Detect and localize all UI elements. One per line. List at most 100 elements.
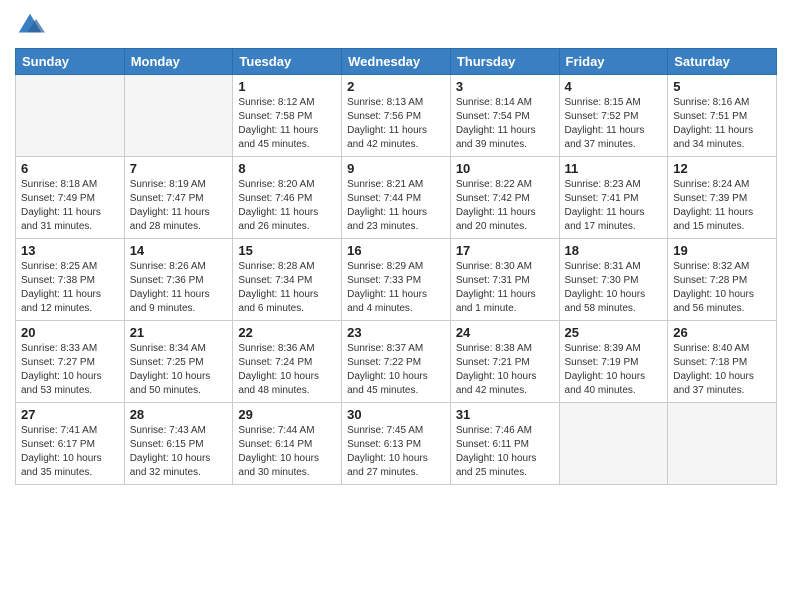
day-info: Sunrise: 8:22 AM Sunset: 7:42 PM Dayligh…	[456, 178, 554, 234]
day-number: 10	[456, 161, 554, 176]
logo	[15, 10, 49, 40]
logo-icon	[15, 10, 45, 40]
day-info: Sunrise: 7:46 AM Sunset: 6:11 PM Dayligh…	[456, 424, 554, 480]
calendar-day-header: Thursday	[450, 49, 559, 75]
day-number: 22	[238, 325, 336, 340]
calendar-week-row: 13Sunrise: 8:25 AM Sunset: 7:38 PM Dayli…	[16, 239, 777, 321]
calendar-day-cell	[559, 403, 668, 485]
calendar-day-cell: 1 Sunrise: 8:12 AM Sunset: 7:58 PM Daylig…	[233, 75, 342, 157]
calendar-day-cell: 15 Sunrise: 8:28 AM Sunset: 7:34 PM Dayli…	[233, 239, 342, 321]
calendar-day-header: Wednesday	[342, 49, 451, 75]
calendar-day-cell	[124, 75, 233, 157]
calendar-day-cell: 21 Sunrise: 8:34 AM Sunset: 7:25 PM Dayli…	[124, 321, 233, 403]
day-number: 14	[130, 243, 228, 258]
calendar-day-cell: 9 Sunrise: 8:21 AM Sunset: 7:44 PM Daylig…	[342, 157, 451, 239]
day-number: 9	[347, 161, 445, 176]
day-info: Sunrise: 8:23 AM Sunset: 7:41 PM Dayligh…	[565, 178, 663, 234]
day-info: Sunrise: 8:14 AM Sunset: 7:54 PM Dayligh…	[456, 96, 554, 152]
calendar-day-cell: 26 Sunrise: 8:40 AM Sunset: 7:18 PM Dayli…	[668, 321, 777, 403]
calendar-week-row: 6Sunrise: 8:18 AM Sunset: 7:49 PM Daylig…	[16, 157, 777, 239]
day-info: Sunrise: 8:15 AM Sunset: 7:52 PM Dayligh…	[565, 96, 663, 152]
day-number: 16	[347, 243, 445, 258]
calendar-day-cell: 17 Sunrise: 8:30 AM Sunset: 7:31 PM Dayli…	[450, 239, 559, 321]
calendar-day-cell	[16, 75, 125, 157]
calendar-day-cell: 5 Sunrise: 8:16 AM Sunset: 7:51 PM Daylig…	[668, 75, 777, 157]
calendar-day-cell: 19 Sunrise: 8:32 AM Sunset: 7:28 PM Dayli…	[668, 239, 777, 321]
calendar-day-cell: 3Sunrise: 8:14 AM Sunset: 7:54 PM Daylig…	[450, 75, 559, 157]
calendar-table: SundayMondayTuesdayWednesdayThursdayFrid…	[15, 48, 777, 485]
day-info: Sunrise: 7:41 AM Sunset: 6:17 PM Dayligh…	[21, 424, 119, 480]
day-number: 4	[565, 79, 663, 94]
day-number: 1	[238, 79, 336, 94]
day-info: Sunrise: 8:30 AM Sunset: 7:31 PM Dayligh…	[456, 260, 554, 316]
calendar-day-cell: 7 Sunrise: 8:19 AM Sunset: 7:47 PM Daylig…	[124, 157, 233, 239]
calendar-day-cell: 16 Sunrise: 8:29 AM Sunset: 7:33 PM Dayli…	[342, 239, 451, 321]
day-number: 31	[456, 407, 554, 422]
calendar-day-cell: 6Sunrise: 8:18 AM Sunset: 7:49 PM Daylig…	[16, 157, 125, 239]
calendar-day-header: Sunday	[16, 49, 125, 75]
day-number: 21	[130, 325, 228, 340]
calendar-day-cell: 28Sunrise: 7:43 AM Sunset: 6:15 PM Dayli…	[124, 403, 233, 485]
calendar-day-header: Friday	[559, 49, 668, 75]
day-number: 23	[347, 325, 445, 340]
day-info: Sunrise: 8:20 AM Sunset: 7:46 PM Dayligh…	[238, 178, 336, 234]
day-number: 11	[565, 161, 663, 176]
day-number: 29	[238, 407, 336, 422]
day-info: Sunrise: 8:18 AM Sunset: 7:49 PM Dayligh…	[21, 178, 119, 234]
day-info: Sunrise: 8:33 AM Sunset: 7:27 PM Dayligh…	[21, 342, 119, 398]
calendar-day-cell: 25Sunrise: 8:39 AM Sunset: 7:19 PM Dayli…	[559, 321, 668, 403]
day-info: Sunrise: 7:45 AM Sunset: 6:13 PM Dayligh…	[347, 424, 445, 480]
day-info: Sunrise: 8:29 AM Sunset: 7:33 PM Dayligh…	[347, 260, 445, 316]
calendar-day-cell: 8 Sunrise: 8:20 AM Sunset: 7:46 PM Daylig…	[233, 157, 342, 239]
day-number: 27	[21, 407, 119, 422]
day-info: Sunrise: 8:34 AM Sunset: 7:25 PM Dayligh…	[130, 342, 228, 398]
day-number: 15	[238, 243, 336, 258]
calendar-day-header: Tuesday	[233, 49, 342, 75]
day-number: 12	[673, 161, 771, 176]
calendar-day-header: Saturday	[668, 49, 777, 75]
calendar-day-cell: 20Sunrise: 8:33 AM Sunset: 7:27 PM Dayli…	[16, 321, 125, 403]
day-number: 30	[347, 407, 445, 422]
day-number: 17	[456, 243, 554, 258]
calendar-day-cell: 10 Sunrise: 8:22 AM Sunset: 7:42 PM Dayli…	[450, 157, 559, 239]
calendar-week-row: 1 Sunrise: 8:12 AM Sunset: 7:58 PM Daylig…	[16, 75, 777, 157]
day-info: Sunrise: 8:31 AM Sunset: 7:30 PM Dayligh…	[565, 260, 663, 316]
day-info: Sunrise: 8:28 AM Sunset: 7:34 PM Dayligh…	[238, 260, 336, 316]
day-number: 28	[130, 407, 228, 422]
calendar-day-cell: 12 Sunrise: 8:24 AM Sunset: 7:39 PM Dayli…	[668, 157, 777, 239]
day-info: Sunrise: 7:44 AM Sunset: 6:14 PM Dayligh…	[238, 424, 336, 480]
header	[15, 10, 777, 40]
day-info: Sunrise: 8:24 AM Sunset: 7:39 PM Dayligh…	[673, 178, 771, 234]
day-number: 8	[238, 161, 336, 176]
day-info: Sunrise: 8:26 AM Sunset: 7:36 PM Dayligh…	[130, 260, 228, 316]
day-info: Sunrise: 8:32 AM Sunset: 7:28 PM Dayligh…	[673, 260, 771, 316]
calendar-header-row: SundayMondayTuesdayWednesdayThursdayFrid…	[16, 49, 777, 75]
day-info: Sunrise: 8:40 AM Sunset: 7:18 PM Dayligh…	[673, 342, 771, 398]
day-info: Sunrise: 8:38 AM Sunset: 7:21 PM Dayligh…	[456, 342, 554, 398]
day-info: Sunrise: 8:37 AM Sunset: 7:22 PM Dayligh…	[347, 342, 445, 398]
calendar-day-cell: 24 Sunrise: 8:38 AM Sunset: 7:21 PM Dayli…	[450, 321, 559, 403]
day-number: 5	[673, 79, 771, 94]
day-number: 13	[21, 243, 119, 258]
day-info: Sunrise: 8:21 AM Sunset: 7:44 PM Dayligh…	[347, 178, 445, 234]
day-info: Sunrise: 8:12 AM Sunset: 7:58 PM Dayligh…	[238, 96, 336, 152]
calendar-day-cell: 30 Sunrise: 7:45 AM Sunset: 6:13 PM Dayli…	[342, 403, 451, 485]
calendar-day-cell: 31 Sunrise: 7:46 AM Sunset: 6:11 PM Dayli…	[450, 403, 559, 485]
day-number: 19	[673, 243, 771, 258]
calendar-day-cell: 4 Sunrise: 8:15 AM Sunset: 7:52 PM Daylig…	[559, 75, 668, 157]
calendar-day-header: Monday	[124, 49, 233, 75]
day-number: 7	[130, 161, 228, 176]
day-info: Sunrise: 8:19 AM Sunset: 7:47 PM Dayligh…	[130, 178, 228, 234]
day-number: 2	[347, 79, 445, 94]
day-info: Sunrise: 8:13 AM Sunset: 7:56 PM Dayligh…	[347, 96, 445, 152]
calendar-day-cell: 29 Sunrise: 7:44 AM Sunset: 6:14 PM Dayli…	[233, 403, 342, 485]
calendar-day-cell: 2 Sunrise: 8:13 AM Sunset: 7:56 PM Daylig…	[342, 75, 451, 157]
calendar-day-cell: 27 Sunrise: 7:41 AM Sunset: 6:17 PM Dayli…	[16, 403, 125, 485]
page-container: SundayMondayTuesdayWednesdayThursdayFrid…	[0, 0, 792, 495]
day-number: 24	[456, 325, 554, 340]
day-info: Sunrise: 8:16 AM Sunset: 7:51 PM Dayligh…	[673, 96, 771, 152]
day-number: 26	[673, 325, 771, 340]
day-info: Sunrise: 8:39 AM Sunset: 7:19 PM Dayligh…	[565, 342, 663, 398]
calendar-day-cell: 11 Sunrise: 8:23 AM Sunset: 7:41 PM Dayli…	[559, 157, 668, 239]
calendar-day-cell: 18Sunrise: 8:31 AM Sunset: 7:30 PM Dayli…	[559, 239, 668, 321]
